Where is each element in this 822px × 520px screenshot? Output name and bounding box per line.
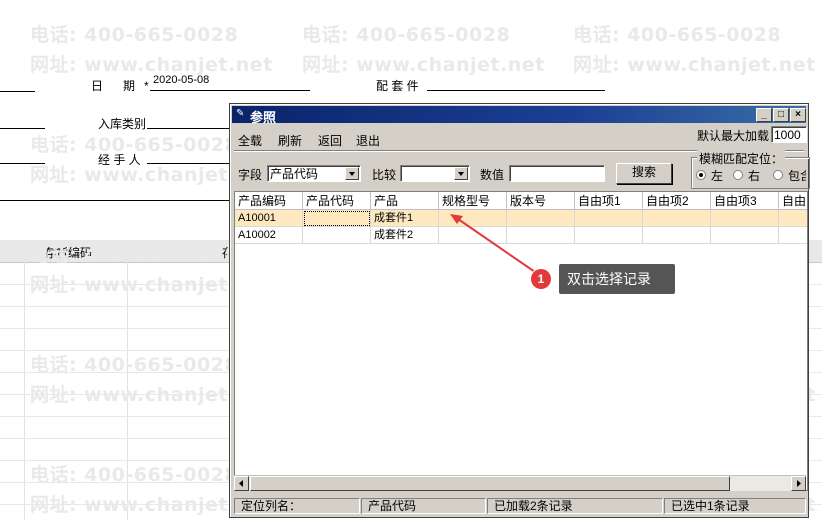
annotation-number: 1: [531, 269, 551, 289]
annotation-arrow: [450, 214, 536, 273]
annotation-label: 双击选择记录: [559, 264, 675, 294]
